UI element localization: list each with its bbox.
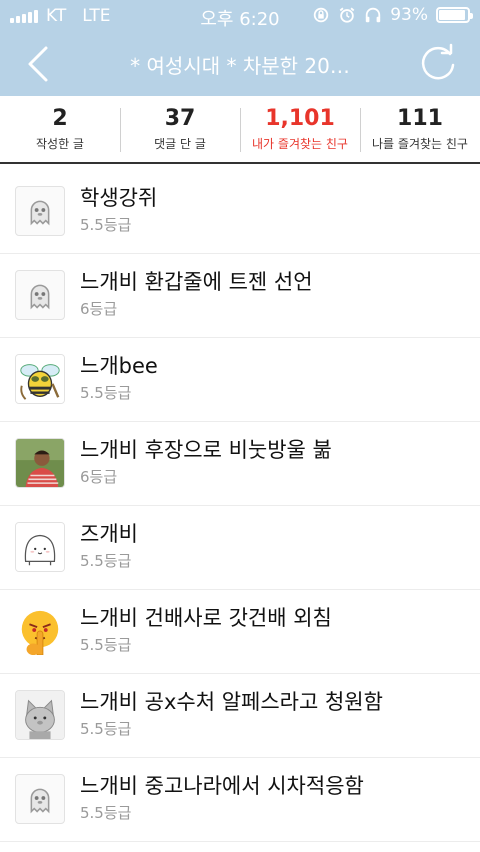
avatar: [15, 774, 65, 824]
stat-value: 1,101: [265, 106, 335, 131]
stat-label: 나를 즐겨찾는 친구: [372, 137, 468, 151]
default-ghost-icon: [30, 284, 50, 310]
friend-name: 느개bee: [80, 354, 158, 378]
list-item[interactable]: 느개비 환갑줄에 트젠 선언 6등급: [0, 254, 480, 338]
battery-percent: 93%: [390, 5, 428, 25]
status-bar: KT LTE 오후 6:20 93%: [0, 0, 480, 32]
list-item[interactable]: 느개bee 5.5등급: [0, 338, 480, 422]
friend-name: 학생강쥐: [80, 186, 158, 210]
list-item[interactable]: 느개비 후장으로 비눗방울 붊 6등급: [0, 422, 480, 506]
stat-label: 내가 즐겨찾는 친구: [252, 137, 348, 151]
tab-my-favorite-friends[interactable]: 1,101 내가 즐겨찾는 친구: [240, 96, 360, 162]
default-ghost-icon: [30, 788, 50, 814]
list-item[interactable]: 느개비 건배사로 갓건배 외침 5.5등급: [0, 590, 480, 674]
friend-grade: 5.5등급: [80, 384, 132, 402]
list-item[interactable]: 느개비 공x수처 알페스라고 청원함 5.5등급: [0, 674, 480, 758]
back-button[interactable]: [20, 42, 60, 86]
friend-name: 느개비 중고나라에서 시차적응함: [80, 774, 364, 798]
tab-commented-posts[interactable]: 37 댓글 단 글: [120, 96, 240, 162]
list-item[interactable]: 즈개비 5.5등급: [0, 506, 480, 590]
stat-label: 작성한 글: [36, 137, 84, 151]
tab-written-posts[interactable]: 2 작성한 글: [0, 96, 120, 162]
friend-name: 느개비 공x수처 알페스라고 청원함: [80, 690, 383, 714]
friend-list: 학생강쥐 5.5등급 느개비 환갑줄에 트젠 선언 6등급 느개bee 5.5등…: [0, 170, 480, 842]
friend-grade: 5.5등급: [80, 216, 132, 234]
friend-grade: 5.5등급: [80, 720, 132, 738]
page-title: * 여성시대 * 차분한 20…: [130, 54, 350, 78]
status-right: 93%: [312, 5, 473, 25]
stat-value: 2: [52, 106, 68, 131]
friend-name: 느개비 환갑줄에 트젠 선언: [80, 270, 313, 294]
stat-value: 111: [397, 106, 443, 131]
list-item[interactable]: 학생강쥐 5.5등급: [0, 170, 480, 254]
avatar: [15, 522, 65, 572]
avatar: [15, 354, 65, 404]
avatar: [15, 690, 65, 740]
battery-icon: [436, 7, 473, 23]
shush-emoji-icon: [21, 610, 59, 655]
friend-name: 느개비 건배사로 갓건배 외침: [80, 606, 332, 630]
avatar: [15, 438, 65, 488]
bee-icon: [16, 355, 64, 403]
friend-grade: 6등급: [80, 300, 118, 318]
headphones-icon: [366, 7, 381, 23]
gray-cat-icon: [16, 691, 64, 739]
profile-photo: [16, 439, 64, 487]
friend-grade: 5.5등급: [80, 552, 132, 570]
rotation-lock-icon: [314, 7, 329, 23]
friend-name: 즈개비: [80, 522, 138, 546]
friend-grade: 5.5등급: [80, 636, 132, 654]
avatar: [15, 606, 65, 656]
friend-name: 느개비 후장으로 비눗방울 붊: [80, 438, 332, 462]
app-header: KT LTE 오후 6:20 93% * 여성시대 * 차분한 20…: [0, 0, 480, 96]
tab-followers[interactable]: 111 나를 즐겨찾는 친구: [360, 96, 480, 162]
friend-grade: 5.5등급: [80, 804, 132, 822]
default-ghost-icon: [30, 200, 50, 226]
white-blob-icon: [16, 523, 64, 571]
refresh-button[interactable]: [416, 42, 460, 86]
avatar: [15, 186, 65, 236]
stats-tabs: 2 작성한 글 37 댓글 단 글 1,101 내가 즐겨찾는 친구 111 나…: [0, 96, 480, 164]
friend-grade: 6등급: [80, 468, 118, 486]
avatar: [15, 270, 65, 320]
stat-label: 댓글 단 글: [154, 137, 206, 151]
battery-fill: [439, 10, 466, 20]
list-item[interactable]: 느개비 중고나라에서 시차적응함 5.5등급: [0, 758, 480, 842]
alarm-icon: [339, 7, 355, 23]
stat-value: 37: [164, 106, 196, 131]
nav-bar: * 여성시대 * 차분한 20…: [0, 32, 480, 96]
